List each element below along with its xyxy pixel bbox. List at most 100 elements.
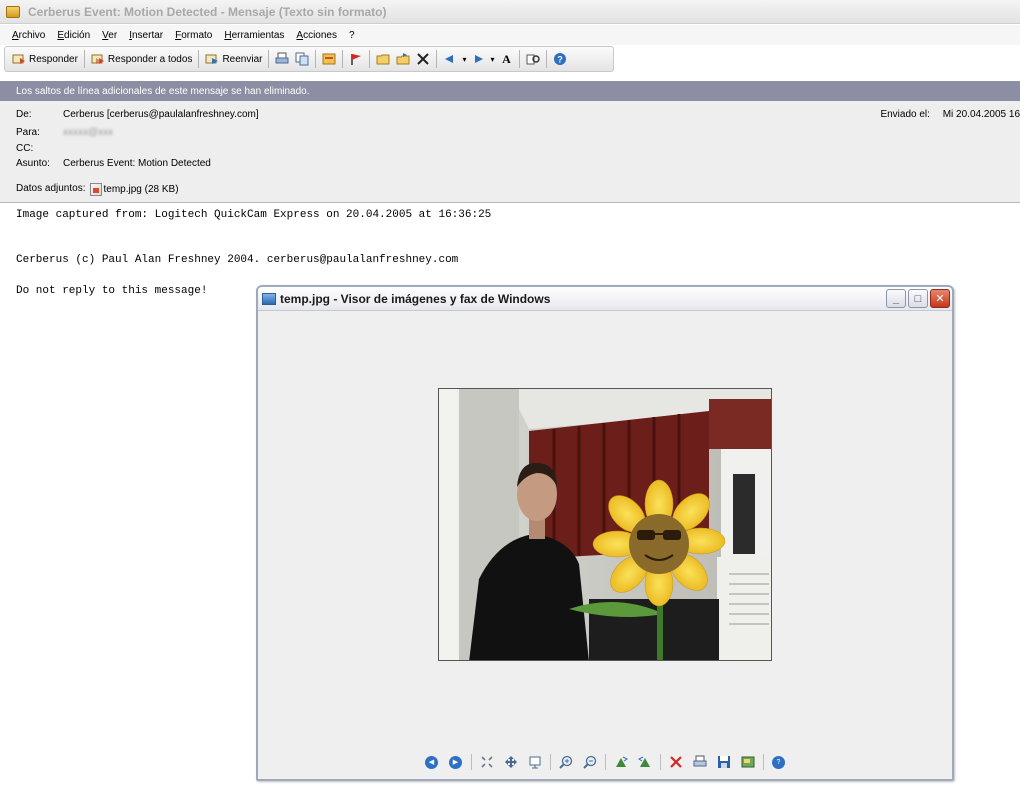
save-button[interactable] [714, 753, 734, 771]
toolbar-separator [436, 50, 438, 68]
reply-all-icon [91, 52, 105, 66]
menu-acciones[interactable]: Acciones [296, 30, 337, 41]
toolbar-separator [268, 50, 270, 68]
categorize-icon[interactable] [319, 49, 339, 69]
rotate-counterclockwise-button[interactable] [635, 753, 655, 771]
image-viewer-icon [262, 292, 276, 305]
next-image-button[interactable]: ▶ [446, 753, 466, 771]
toolbar-separator [315, 50, 317, 68]
zoom-in-icon [558, 755, 572, 769]
delete-icon[interactable] [413, 49, 433, 69]
next-image-icon: ▶ [449, 755, 462, 769]
edit-image-button[interactable] [738, 753, 758, 771]
delete-icon [669, 756, 682, 768]
webcam-photo-image [439, 389, 771, 660]
actual-size-button[interactable] [501, 753, 521, 771]
slideshow-icon [529, 756, 540, 769]
move-to-folder-icon[interactable] [393, 49, 413, 69]
cc-label: CC: [16, 143, 34, 154]
previous-image-icon: ◀ [425, 755, 438, 769]
menu-ver[interactable]: Ver [102, 30, 117, 41]
subject-label: Asunto: [16, 158, 50, 169]
best-fit-button[interactable] [477, 753, 497, 771]
flag-icon[interactable] [346, 49, 366, 69]
toolbar-separator [519, 50, 521, 68]
rotate-clockwise-button[interactable] [611, 753, 631, 771]
edit-image-icon [741, 756, 754, 768]
rotate-clockwise-icon [615, 756, 628, 767]
zoom-out-button[interactable] [580, 753, 600, 771]
menu-herramientas[interactable]: Herramientas [224, 30, 284, 41]
menu-edicion[interactable]: Edición [57, 30, 90, 41]
to-value[interactable]: xxxxx@xxx [63, 127, 113, 138]
folder-move-icon[interactable] [373, 49, 393, 69]
to-row: Para: xxxxx@xxx [16, 127, 113, 138]
reply-icon [12, 52, 26, 66]
subject-row: Asunto: Cerberus Event: Motion Detected [16, 158, 211, 169]
close-button[interactable]: ✕ [930, 289, 950, 308]
font-size-icon[interactable]: A [496, 49, 516, 69]
maximize-button[interactable]: □ [908, 289, 928, 308]
forward-icon [205, 52, 219, 66]
window-controls: _ □ ✕ [884, 289, 950, 308]
zoom-in-button[interactable] [556, 753, 576, 771]
attachment-item[interactable]: temp.jpg (28 KB) [89, 183, 179, 196]
menu-help[interactable]: ? [349, 30, 355, 41]
previous-item-icon[interactable] [440, 49, 460, 69]
sent-value: Mi 20.04.2005 16 [942, 109, 1020, 120]
print-icon[interactable] [272, 49, 292, 69]
reply-label: Responder [29, 53, 78, 65]
reply-all-button[interactable]: Responder a todos [88, 48, 196, 70]
menu-insertar[interactable]: Insertar [129, 30, 163, 41]
from-row: De: Cerberus [cerberus@paulalanfreshney.… [16, 109, 259, 120]
webcam-photo [438, 388, 772, 661]
copy-icon[interactable] [292, 49, 312, 69]
toolbar-separator [659, 754, 661, 770]
viewer-toolbar: ◀ ▶ ? [258, 751, 952, 773]
sent-info: Enviado el: Mi 20.04.2005 16 [880, 109, 1020, 120]
to-label: Para: [16, 127, 40, 138]
next-item-icon[interactable] [468, 49, 488, 69]
window-title: Cerberus Event: Motion Detected - Mensaj… [28, 4, 387, 19]
forward-label: Reenviar [222, 53, 263, 65]
help-icon[interactable]: ? [550, 49, 570, 69]
actual-size-icon [504, 756, 517, 768]
toolbar-separator [470, 754, 472, 770]
toolbar-separator [198, 50, 200, 68]
menu-formato[interactable]: Formato [175, 30, 212, 41]
body-line: Image captured from: Logitech QuickCam E… [16, 209, 492, 221]
print-button[interactable] [690, 753, 710, 771]
rotate-counterclockwise-icon [637, 756, 650, 767]
toolbar-separator [369, 50, 371, 68]
toolbar-separator [83, 50, 85, 68]
minimize-button[interactable]: _ [886, 289, 906, 308]
help-button[interactable]: ? [769, 753, 789, 771]
toolbar-separator [342, 50, 344, 68]
message-header: De: Cerberus [cerberus@paulalanfreshney.… [0, 101, 1020, 203]
find-contact-icon[interactable] [523, 49, 543, 69]
chevron-down-icon[interactable]: ▾ [460, 49, 468, 69]
attachments-label: Datos adjuntos: [16, 183, 86, 194]
image-file-icon [89, 183, 102, 196]
subject-value: Cerberus Event: Motion Detected [63, 158, 211, 169]
zoom-out-icon [582, 755, 596, 769]
from-value[interactable]: Cerberus [cerberus@paulalanfreshney.com] [63, 109, 259, 120]
forward-button[interactable]: Reenviar [202, 48, 265, 70]
reply-button[interactable]: Responder [9, 48, 81, 70]
viewer-title-bar[interactable]: temp.jpg - Visor de imágenes y fax de Wi… [258, 287, 952, 311]
delete-button[interactable] [666, 753, 686, 771]
menu-archivo[interactable]: Archivo [12, 30, 45, 41]
previous-image-button[interactable]: ◀ [422, 753, 442, 771]
print-icon [693, 755, 706, 767]
chevron-down-icon[interactable]: ▾ [488, 49, 496, 69]
help-icon: ? [772, 755, 785, 769]
from-label: De: [16, 109, 32, 120]
message-toolbar: Responder Responder a todos Reenviar ▾ ▾… [4, 46, 614, 72]
attachments-row: Datos adjuntos: temp.jpg (28 KB) [16, 183, 179, 196]
body-line: Do not reply to this message! [16, 285, 208, 297]
image-viewer-window: temp.jpg - Visor de imágenes y fax de Wi… [256, 285, 954, 781]
cc-row: CC: [16, 143, 63, 154]
slideshow-button[interactable] [525, 753, 545, 771]
info-bar[interactable]: Los saltos de línea adicionales de este … [0, 81, 1020, 101]
attachment-name: temp.jpg (28 KB) [103, 184, 179, 195]
